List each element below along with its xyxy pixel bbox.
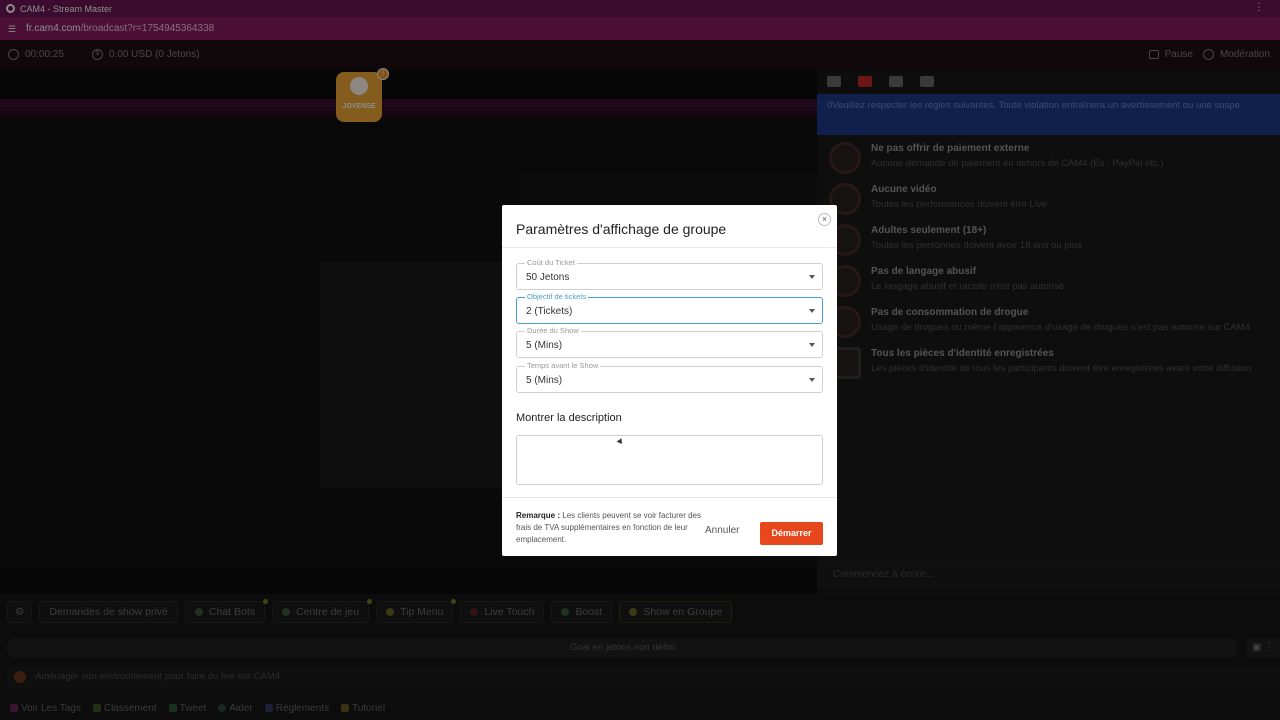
field-value: 2 (Tickets)	[526, 306, 573, 317]
description-textarea[interactable]	[516, 435, 823, 485]
time-before-show-select[interactable]: Temps avant le Show 5 (Mins)	[516, 361, 823, 393]
show-duration-select[interactable]: Durée du Show 5 (Mins)	[516, 326, 823, 358]
ticket-goal-select[interactable]: Objectif de tickets 2 (Tickets)	[516, 292, 823, 324]
field-value: 5 (Mins)	[526, 340, 563, 351]
field-label: Temps avant le Show	[525, 361, 601, 370]
field-label: Durée du Show	[525, 326, 581, 335]
chevron-down-icon	[809, 309, 815, 313]
note-label: Remarque :	[516, 511, 561, 520]
vat-note: Remarque : Les clients peuvent se voir f…	[516, 510, 701, 546]
chevron-down-icon	[809, 378, 815, 382]
field-label: Objectif de tickets	[525, 292, 589, 301]
field-value: 5 (Mins)	[526, 375, 563, 386]
chevron-down-icon	[809, 275, 815, 279]
group-show-settings-dialog: × Paramètres d'affichage de groupe Coût …	[502, 205, 837, 556]
divider	[502, 497, 837, 498]
start-button[interactable]: Démarrer	[760, 522, 823, 545]
description-heading: Montrer la description	[516, 412, 622, 424]
divider	[502, 247, 837, 248]
close-icon[interactable]: ×	[818, 213, 831, 226]
field-value: 50 Jetons	[526, 272, 570, 283]
field-label: Coût du Ticket	[525, 258, 577, 267]
ticket-cost-select[interactable]: Coût du Ticket 50 Jetons	[516, 258, 823, 290]
dialog-title: Paramètres d'affichage de groupe	[516, 221, 727, 237]
cancel-button[interactable]: Annuler	[705, 525, 739, 536]
chevron-down-icon	[809, 343, 815, 347]
